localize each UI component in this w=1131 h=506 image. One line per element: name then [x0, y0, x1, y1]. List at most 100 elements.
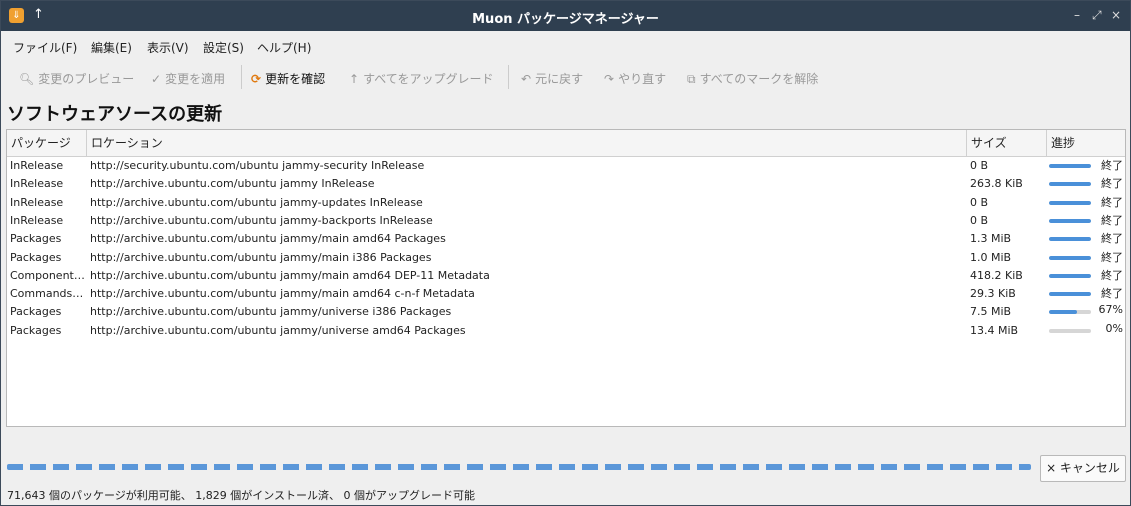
- cell-size: 0 B: [970, 195, 989, 209]
- row-progress-text: 0%: [1105, 321, 1123, 335]
- undo-icon: ↶: [521, 72, 532, 86]
- menu-view[interactable]: 表示(V): [147, 39, 189, 56]
- row-progress-fill: [1049, 218, 1091, 223]
- menu-edit[interactable]: 編集(E): [91, 39, 132, 56]
- row-progress-fill: [1049, 255, 1091, 260]
- apply-changes-button[interactable]: ✓ 変更を適用: [151, 70, 225, 87]
- cell-location: http://archive.ubuntu.com/ubuntu jammy/m…: [90, 232, 446, 246]
- checkmark-icon: ✓: [151, 72, 162, 86]
- column-header-location[interactable]: ロケーション: [87, 130, 967, 156]
- cell-location: http://archive.ubuntu.com/ubuntu jammy/m…: [90, 268, 490, 282]
- table-row[interactable]: InRelease http://archive.ubuntu.com/ubunt…: [7, 212, 1125, 230]
- row-progress-bar: [1049, 310, 1091, 315]
- toolbar-separator: [241, 65, 242, 89]
- row-progress-bar: [1049, 218, 1091, 223]
- overall-progress-bar: [7, 464, 1031, 470]
- cell-location: http://archive.ubuntu.com/ubuntu jammy/m…: [90, 287, 475, 301]
- menu-file[interactable]: ファイル(F): [13, 39, 77, 56]
- redo-button[interactable]: ↷ やり直す: [604, 70, 666, 87]
- cell-location: http://archive.ubuntu.com/ubuntu jammy/u…: [90, 305, 452, 319]
- row-progress-bar: [1049, 273, 1091, 278]
- maximize-icon[interactable]: ⤢: [1092, 8, 1102, 23]
- cell-package: Packages: [10, 250, 62, 264]
- row-progress-bar: [1049, 292, 1091, 297]
- row-progress-fill: [1049, 310, 1078, 315]
- table-row[interactable]: InRelease http://archive.ubuntu.com/ubunt…: [7, 194, 1125, 212]
- row-progress-fill: [1049, 200, 1091, 205]
- row-progress-text: 終了: [1101, 213, 1123, 227]
- preview-changes-button[interactable]: 🔍︎ 変更のプレビュー: [19, 70, 134, 87]
- row-progress-text: 67%: [1098, 303, 1123, 317]
- cell-package: Commands-…: [10, 287, 86, 301]
- row-progress-fill: [1049, 292, 1091, 297]
- cell-size: 1.0 MiB: [970, 250, 1012, 264]
- column-header-size[interactable]: サイズ: [967, 130, 1047, 156]
- update-sources-table: パッケージ ロケーション サイズ 進捗 InRelease http://secu…: [6, 129, 1126, 427]
- cell-size: 0 B: [970, 213, 989, 227]
- row-progress-fill: [1049, 237, 1091, 242]
- cell-location: http://archive.ubuntu.com/ubuntu jammy I…: [90, 177, 375, 191]
- row-progress-text: 終了: [1101, 250, 1123, 264]
- redo-icon: ↷: [604, 72, 615, 86]
- cell-package: Packages: [10, 323, 62, 337]
- cell-package: InRelease: [10, 177, 64, 191]
- row-progress-bar: [1049, 328, 1091, 333]
- row-progress-text: 終了: [1101, 159, 1123, 172]
- cell-size: 7.5 MiB: [970, 305, 1012, 319]
- cell-package: Packages: [10, 232, 62, 246]
- table-row[interactable]: Commands-… http://archive.ubuntu.com/ubun…: [7, 285, 1125, 303]
- window-title: Muon パッケージマネージャー: [472, 12, 659, 27]
- row-progress-bar: [1049, 200, 1091, 205]
- column-header-package[interactable]: パッケージ: [7, 130, 87, 156]
- cell-location: http://archive.ubuntu.com/ubuntu jammy-b…: [90, 213, 433, 227]
- cancel-button[interactable]: × キャンセル: [1040, 455, 1126, 482]
- row-progress-bar: [1049, 164, 1091, 168]
- table-row[interactable]: Component… http://archive.ubuntu.com/ubun…: [7, 267, 1125, 285]
- cell-package: Packages: [10, 305, 62, 319]
- column-header-progress[interactable]: 進捗: [1047, 130, 1125, 156]
- cell-size: 0 B: [970, 159, 989, 172]
- cell-package: InRelease: [10, 195, 64, 209]
- cell-size: 263.8 KiB: [970, 177, 1023, 191]
- menu-bar: ファイル(F) 編集(E) 表示(V) 設定(S) ヘルプ(H): [1, 31, 1130, 61]
- cell-location: http://security.ubuntu.com/ubuntu jammy-…: [90, 159, 425, 172]
- cell-size: 418.2 KiB: [970, 268, 1023, 282]
- cell-package: InRelease: [10, 159, 64, 172]
- check-updates-button[interactable]: ⟳ 更新を確認: [251, 70, 325, 87]
- toolbar: 🔍︎ 変更のプレビュー ✓ 変更を適用 ⟳ 更新を確認 ↑ すべてをアップグレード ↶ 元…: [1, 61, 1130, 95]
- row-progress-fill: [1049, 182, 1091, 187]
- table-row[interactable]: Packages http://archive.ubuntu.com/ubuntu…: [7, 322, 1125, 340]
- table-row[interactable]: Packages http://archive.ubuntu.com/ubuntu…: [7, 249, 1125, 267]
- row-progress-text: 終了: [1101, 177, 1123, 191]
- minimize-icon[interactable]: –: [1074, 8, 1080, 22]
- row-progress-fill: [1049, 164, 1091, 168]
- close-icon[interactable]: ×: [1111, 8, 1121, 22]
- undo-button[interactable]: ↶ 元に戻す: [521, 70, 583, 87]
- row-progress-text: 終了: [1101, 268, 1123, 282]
- table-row[interactable]: InRelease http://security.ubuntu.com/ubun…: [7, 157, 1125, 175]
- status-bar: 71,643 個のパッケージが利用可能、 1,829 個がインストール済、 0 …: [7, 489, 476, 502]
- cell-package: Component…: [10, 268, 85, 282]
- toolbar-separator: [508, 65, 509, 89]
- cell-location: http://archive.ubuntu.com/ubuntu jammy/u…: [90, 323, 466, 337]
- row-progress-fill: [1049, 273, 1091, 278]
- cell-location: http://archive.ubuntu.com/ubuntu jammy-u…: [90, 195, 423, 209]
- menu-settings[interactable]: 設定(S): [203, 39, 244, 56]
- unmark-icon: ⧉: [687, 72, 696, 86]
- row-progress-bar: [1049, 255, 1091, 260]
- upgrade-all-button[interactable]: ↑ すべてをアップグレード: [349, 70, 494, 87]
- unmark-all-button[interactable]: ⧉ すべてのマークを解除: [687, 70, 818, 87]
- table-row[interactable]: InRelease http://archive.ubuntu.com/ubunt…: [7, 175, 1125, 193]
- cell-size: 13.4 MiB: [970, 323, 1019, 337]
- title-bar: ⇓ ↑ Muon パッケージマネージャー – ⤢ ×: [1, 1, 1130, 31]
- refresh-icon: ⟳: [251, 72, 262, 86]
- cell-package: InRelease: [10, 213, 64, 227]
- table-header: パッケージ ロケーション サイズ 進捗: [7, 130, 1125, 157]
- row-progress-text: 終了: [1101, 287, 1123, 301]
- table-row[interactable]: Packages http://archive.ubuntu.com/ubuntu…: [7, 303, 1125, 321]
- menu-help[interactable]: ヘルプ(H): [257, 39, 311, 56]
- cell-size: 1.3 MiB: [970, 232, 1012, 246]
- upgrade-icon: ↑: [349, 72, 360, 86]
- row-progress-bar: [1049, 182, 1091, 187]
- table-row[interactable]: Packages http://archive.ubuntu.com/ubuntu…: [7, 230, 1125, 248]
